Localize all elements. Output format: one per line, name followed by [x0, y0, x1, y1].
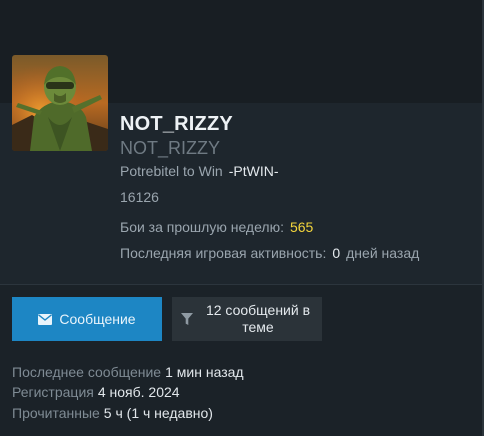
envelope-icon — [38, 313, 53, 325]
message-button[interactable]: Сообщение — [12, 297, 162, 341]
user-title-text: Potrebitel to Win — [120, 163, 223, 179]
thread-posts-filter-label: 12 сообщений в теме — [205, 302, 311, 335]
last-game-activity: Последняя игровая активность: 0 дней назад — [120, 245, 419, 261]
last-message-label: Последнее сообщение — [12, 364, 162, 380]
fights-last-week: Бои за прошлую неделю: 565 — [120, 219, 313, 235]
fights-value: 565 — [289, 219, 314, 235]
read-info: Прочитанные 5 ч (1 ч недавно) — [12, 405, 213, 421]
read-value: 5 ч (1 ч недавно) — [103, 405, 213, 421]
activity-value: 0 — [332, 245, 341, 261]
username[interactable]: NOT_RIZZY — [120, 113, 233, 136]
registration-info: Регистрация 4 нояб. 2024 — [12, 384, 180, 400]
registration-value: 4 нояб. 2024 — [97, 384, 180, 400]
registration-label: Регистрация — [12, 384, 94, 400]
activity-suffix: дней назад — [346, 245, 420, 261]
read-label: Прочитанные — [12, 405, 100, 421]
user-id: 16126 — [120, 189, 159, 205]
avatar[interactable] — [12, 55, 108, 151]
activity-label: Последняя игровая активность: — [120, 245, 327, 261]
fights-label: Бои за прошлую неделю: — [120, 219, 284, 235]
user-subname: NOT_RIZZY — [120, 138, 221, 158]
last-message-info: Последнее сообщение 1 мин назад — [12, 364, 244, 380]
card-divider — [0, 284, 482, 285]
pilot-avatar-image — [12, 55, 108, 151]
message-button-label: Сообщение — [59, 311, 136, 327]
thread-posts-filter-button[interactable]: 12 сообщений в теме — [172, 297, 322, 341]
last-message-value: 1 мин назад — [165, 364, 244, 380]
funnel-icon — [181, 312, 193, 325]
user-title: Potrebitel to Win -PtWIN- — [120, 163, 278, 179]
user-title-tag: -PtWIN- — [228, 163, 279, 179]
